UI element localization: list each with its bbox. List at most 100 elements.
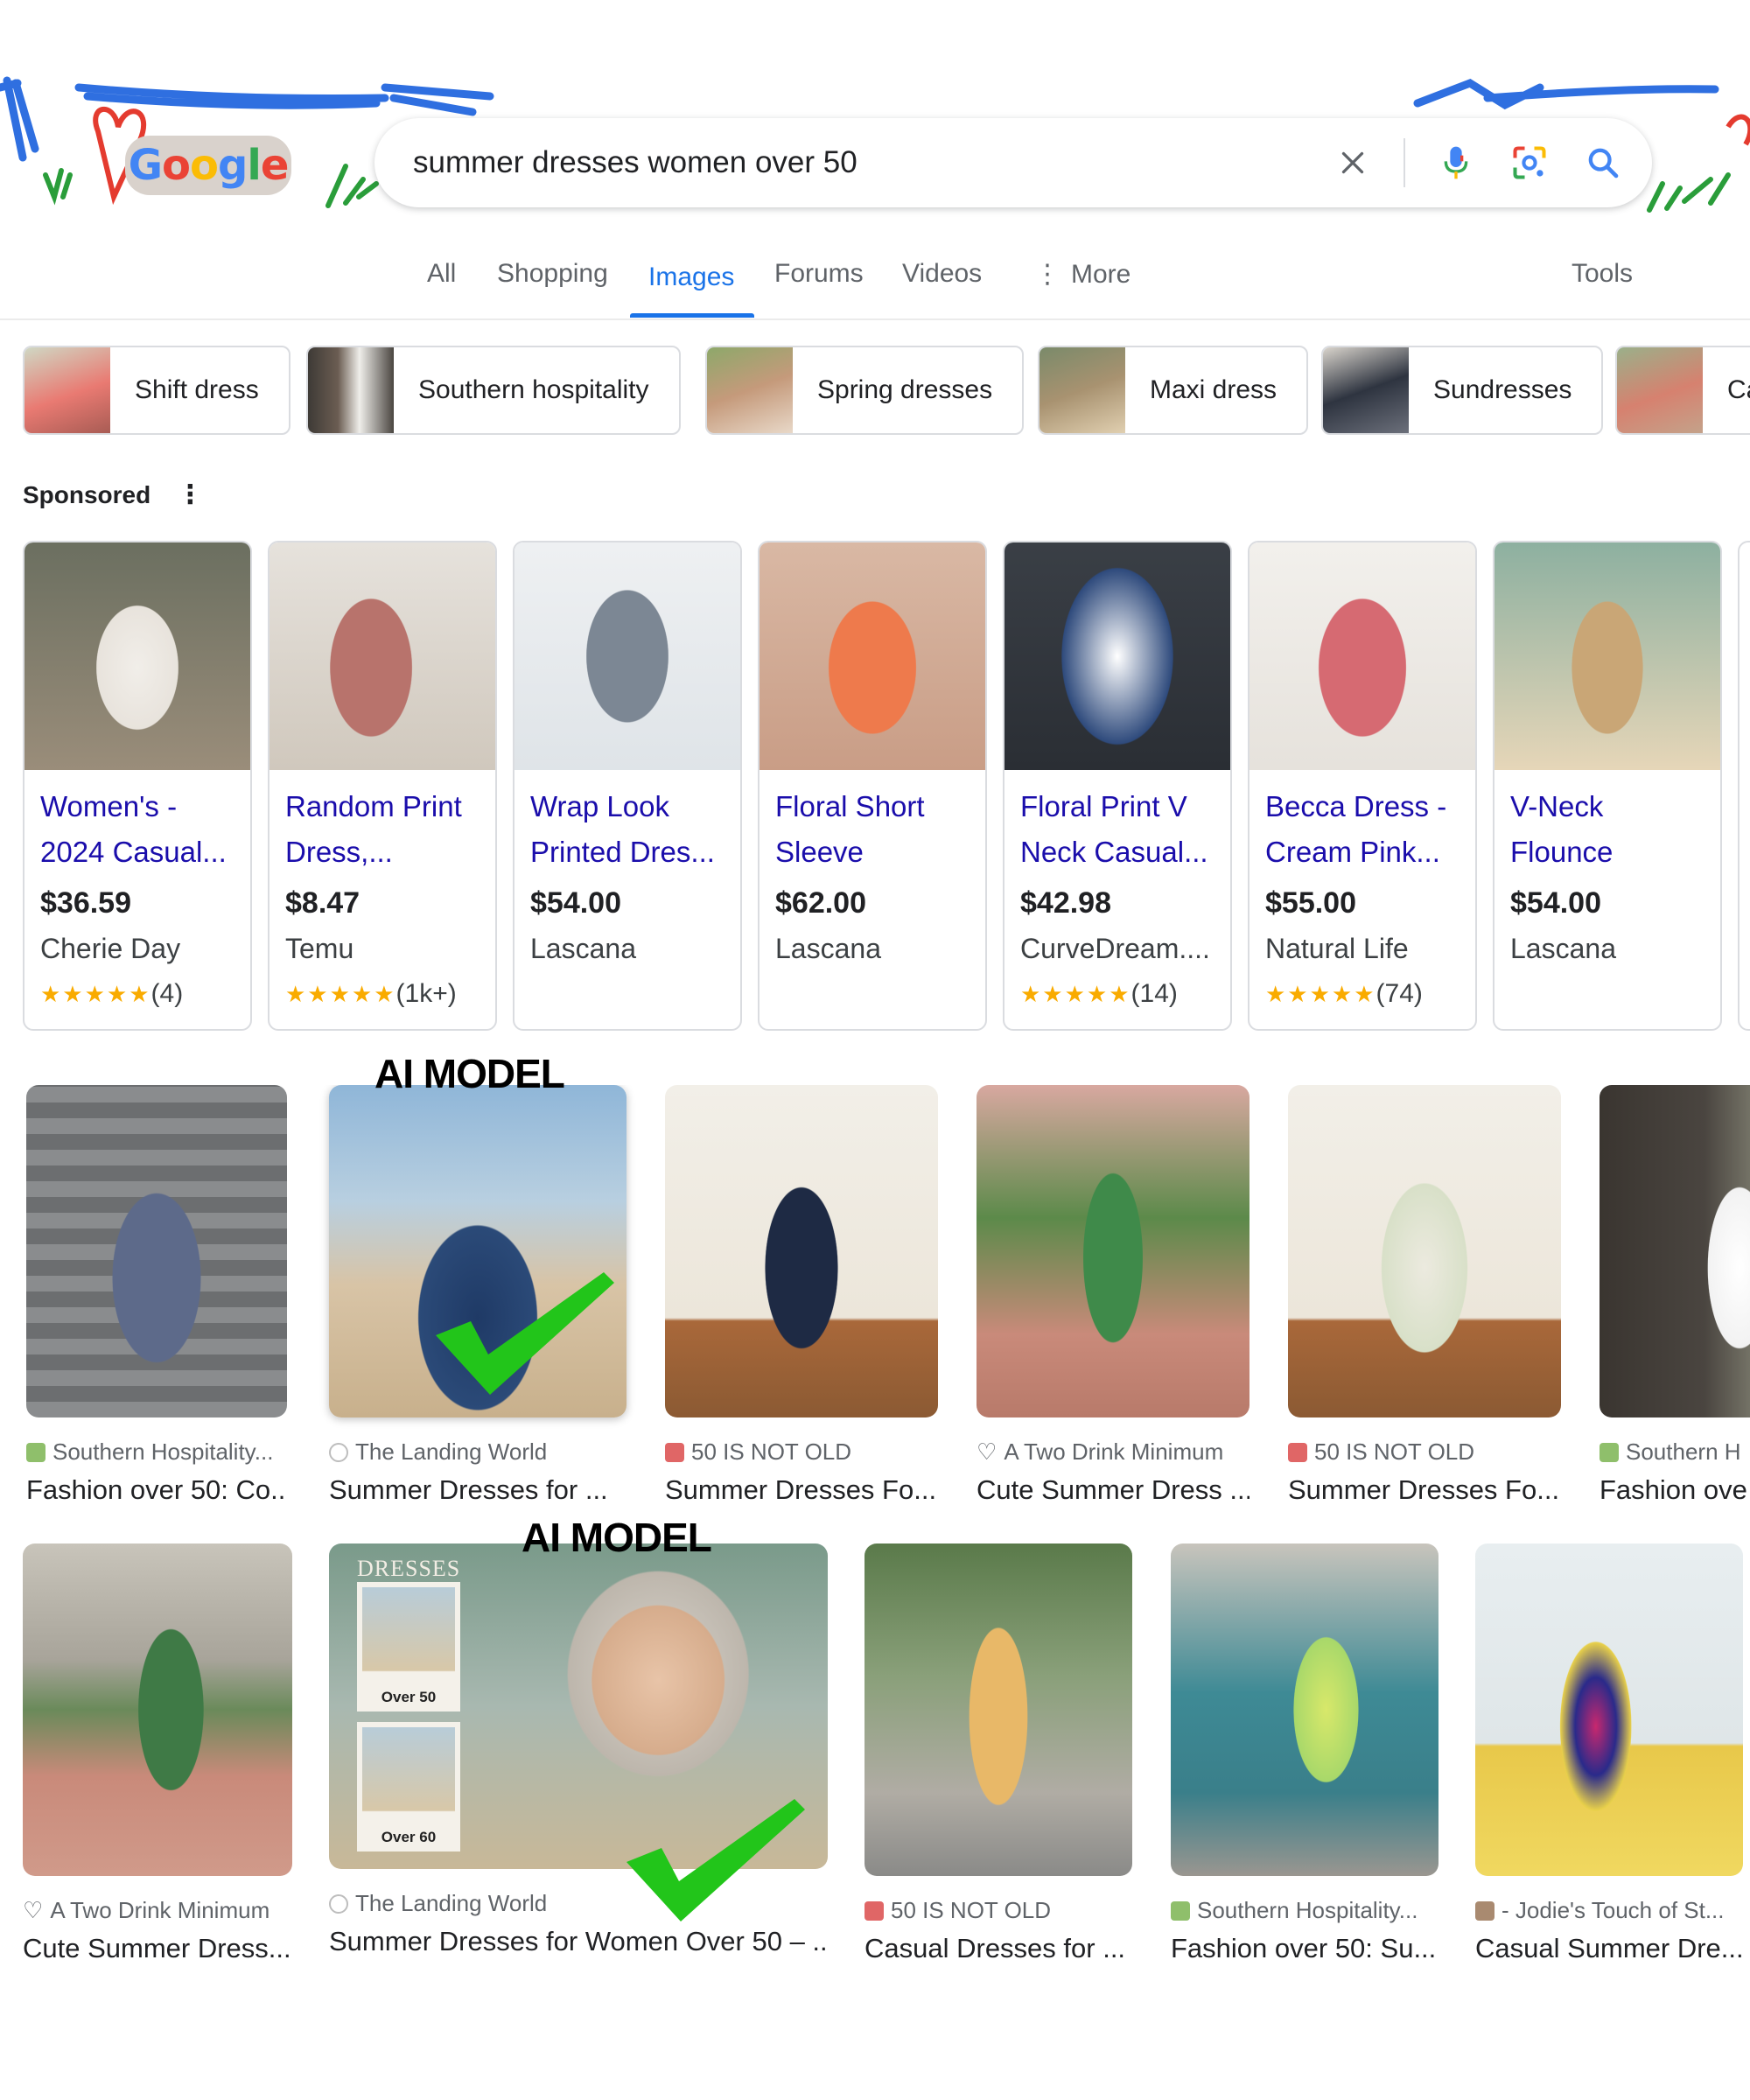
product-card[interactable]: Becca Dress - Cream Pink... $55.00 Natur… (1248, 541, 1477, 1031)
tab-forums[interactable]: Forums (774, 259, 864, 318)
chip-thumbnail (1617, 347, 1703, 433)
result-title[interactable]: Summer Dresses Fo... (1288, 1474, 1561, 1505)
image-result[interactable]: DRESSES Over 50 Over 60 The Landing Worl… (329, 1544, 828, 1957)
chip-spring-dresses[interactable]: Spring dresses (705, 346, 1025, 435)
chip-maxi-dress[interactable]: Maxi dress (1038, 346, 1309, 435)
result-source: The Landing World (355, 1890, 548, 1916)
product-card[interactable]: Women's - 2024 Casual... $36.59 Cherie D… (23, 541, 252, 1031)
result-title[interactable]: Summer Dresses for Women Over 50 – ... (329, 1926, 828, 1957)
tab-shopping[interactable]: Shopping (497, 259, 608, 318)
result-title[interactable]: Fashion over 50: Su... (1171, 1933, 1438, 1964)
product-image (1250, 542, 1475, 770)
microphone-icon[interactable] (1433, 140, 1479, 186)
product-card-partial[interactable] (1738, 541, 1750, 1031)
chip-ca[interactable]: Ca (1615, 346, 1750, 435)
source-favicon (665, 1442, 684, 1462)
result-source: The Landing World (355, 1438, 548, 1465)
result-image (864, 1544, 1132, 1876)
result-image (329, 1085, 626, 1418)
result-title[interactable]: Summer Dresses Fo... (665, 1474, 938, 1505)
tab-videos[interactable]: Videos (902, 259, 982, 318)
product-image (1004, 542, 1230, 770)
lens-camera-icon[interactable] (1507, 140, 1552, 186)
sponsored-products: Women's - 2024 Casual... $36.59 Cherie D… (23, 541, 1750, 1032)
result-image (1288, 1085, 1561, 1418)
inset-photo-over-60: Over 60 (357, 1722, 460, 1852)
chip-label: Maxi dress (1150, 375, 1278, 404)
product-title[interactable]: Becca Dress - Cream Pink... (1265, 784, 1460, 875)
clear-icon[interactable] (1330, 140, 1376, 186)
sponsored-header: Sponsored ⋮ (23, 480, 203, 510)
result-title[interactable]: Cute Summer Dress... (23, 1933, 292, 1964)
product-rating: ★★★★★(4) (40, 971, 234, 1017)
result-title[interactable]: Fashion over 50: Co... (26, 1474, 287, 1505)
image-result[interactable]: 50 IS NOT OLD Summer Dresses Fo... (1288, 1085, 1561, 1505)
image-result[interactable]: Southern Hospitality... Fashion over 50:… (26, 1085, 287, 1505)
product-seller: CurveDream.... (1020, 933, 1210, 964)
product-price: $54.00 (1510, 886, 1601, 920)
product-title[interactable]: Wrap Look Printed Dres... (530, 784, 724, 875)
chip-label: Sundresses (1433, 375, 1572, 404)
product-title[interactable]: Random Print Dress,... (285, 784, 480, 875)
result-source: Southern H (1626, 1438, 1741, 1465)
product-card[interactable]: V-Neck Flounce Dres... $54.00 Lascana (1493, 541, 1722, 1031)
source-favicon (1288, 1442, 1307, 1462)
chip-label: Shift dress (135, 375, 259, 404)
product-price: $36.59 (40, 886, 131, 920)
result-image (665, 1085, 938, 1418)
product-rating: ★★★★★(74) (1265, 971, 1460, 1017)
google-logo-doodle[interactable]: Google (125, 136, 291, 195)
product-rating: ★★★★★(1k+) (285, 971, 480, 1017)
chip-southern-hospitality[interactable]: Southern hospitality (306, 346, 681, 435)
chip-thumbnail (308, 347, 394, 433)
image-result[interactable]: The Landing World Summer Dresses for ... (329, 1085, 626, 1505)
product-rating: ★★★★★(14) (1020, 971, 1214, 1017)
search-divider (1404, 138, 1405, 187)
result-image (1600, 1085, 1750, 1418)
product-title[interactable]: V-Neck Flounce Dres... (1510, 784, 1704, 875)
product-title[interactable]: Floral Print V Neck Casual... (1020, 784, 1214, 875)
star-rating-icon: ★★★★★ (40, 981, 151, 1007)
image-result[interactable]: Southern Hospitality... Fashion over 50:… (1171, 1544, 1438, 1964)
tools-button[interactable]: Tools (1572, 259, 1633, 289)
product-title[interactable]: Floral Short Sleeve Dress,... (775, 784, 970, 875)
image-result[interactable]: 50 IS NOT OLD Summer Dresses Fo... (665, 1085, 938, 1505)
result-source: 50 IS NOT OLD (691, 1438, 852, 1465)
product-card[interactable]: Floral Print V Neck Casual... $42.98 Cur… (1003, 541, 1232, 1031)
result-title[interactable]: Casual Dresses for ... (864, 1933, 1132, 1964)
star-rating-icon: ★★★★★ (1265, 981, 1376, 1007)
product-card[interactable]: Random Print Dress,... $8.47 Temu ★★★★★(… (268, 541, 497, 1031)
image-result[interactable]: ♡ A Two Drink Minimum Cute Summer Dress .… (976, 1085, 1250, 1505)
product-card[interactable]: Floral Short Sleeve Dress,... $62.00 Las… (758, 541, 987, 1031)
search-box (374, 118, 1652, 207)
product-seller: Temu (285, 933, 354, 964)
chip-shift-dress[interactable]: Shift dress (23, 346, 290, 435)
image-result[interactable]: ♡ A Two Drink Minimum Cute Summer Dress..… (23, 1544, 292, 1964)
search-icon[interactable] (1580, 140, 1626, 186)
sponsored-label: Sponsored (23, 480, 151, 508)
source-favicon (864, 1900, 884, 1921)
sponsored-menu-icon[interactable]: ⋮ (177, 480, 203, 510)
image-result[interactable]: - Jodie's Touch of St... Casual Summer D… (1475, 1544, 1743, 1964)
result-title[interactable]: Cute Summer Dress ... (976, 1474, 1250, 1505)
chip-sundresses[interactable]: Sundresses (1321, 346, 1604, 435)
result-source: Southern Hospitality... (1197, 1897, 1418, 1923)
result-title[interactable]: Fashion ove (1600, 1474, 1750, 1505)
search-input[interactable] (413, 145, 1323, 180)
product-image (1494, 542, 1720, 770)
rating-count: (74) (1376, 979, 1423, 1008)
image-result[interactable]: 50 IS NOT OLD Casual Dresses for ... (864, 1544, 1132, 1964)
chip-thumbnail (24, 347, 110, 433)
result-image (1171, 1544, 1438, 1876)
result-title[interactable]: Summer Dresses for ... (329, 1474, 626, 1505)
image-results-row-2: ♡ A Two Drink Minimum Cute Summer Dress..… (0, 1544, 1750, 1964)
tab-more[interactable]: ⋮ More (1034, 259, 1130, 318)
product-card[interactable]: Wrap Look Printed Dres... $54.00 Lascana (513, 541, 742, 1031)
product-price: $54.00 (530, 886, 621, 920)
result-title[interactable]: Casual Summer Dre... (1475, 1933, 1743, 1964)
image-result[interactable]: Southern H Fashion ove (1600, 1085, 1750, 1505)
product-image (760, 542, 985, 770)
search-tabs: All Shopping Images Forums Videos ⋮ More … (0, 259, 1750, 320)
tab-all[interactable]: All (427, 259, 456, 318)
product-title[interactable]: Women's - 2024 Casual... (40, 784, 234, 875)
